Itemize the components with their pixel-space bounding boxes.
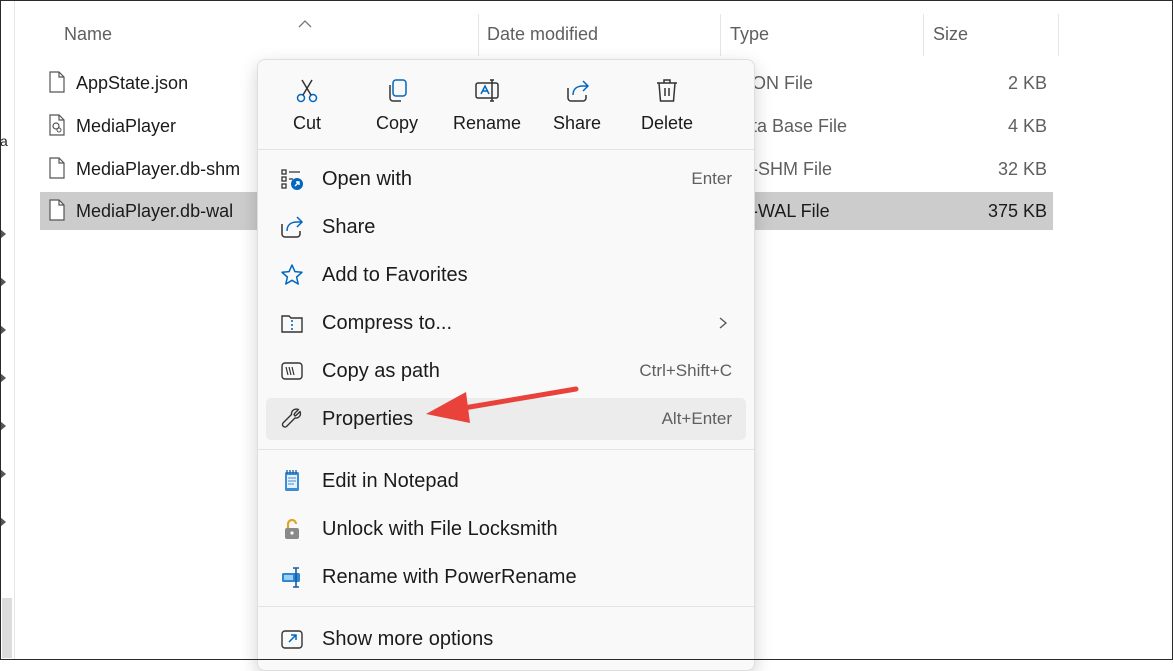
expand-chevron-icon[interactable] (0, 421, 6, 431)
column-divider[interactable] (720, 14, 721, 56)
power-rename-icon (282, 567, 300, 588)
rename-label: Rename (452, 113, 522, 133)
file-type: ta Base File (752, 116, 848, 136)
shortcut-text: Ctrl+Shift+C (639, 361, 732, 380)
nav-scrollbar-thumb[interactable] (2, 598, 12, 658)
nav-label-fragment: a (0, 133, 8, 149)
expand-chevron-icon[interactable] (0, 469, 6, 479)
file-type: ON File (752, 73, 814, 93)
menu-item-add-to-favorites[interactable]: Add to Favorites (266, 254, 746, 296)
column-divider[interactable] (923, 14, 924, 56)
delete-label: Delete (640, 113, 694, 133)
expand-chevron-icon[interactable] (0, 517, 6, 527)
star-icon (281, 264, 303, 285)
copy-label: Copy (375, 113, 419, 133)
submenu-chevron-icon (719, 317, 728, 329)
menu-item-share[interactable]: Share (266, 206, 746, 248)
trash-icon (657, 79, 677, 102)
menu-item-unlock-with-file-locksmith[interactable]: Unlock with File Locksmith (266, 508, 746, 550)
delete-button[interactable]: Delete (622, 60, 712, 148)
file-type: -WAL File (752, 201, 830, 221)
expand-chevron-icon[interactable] (0, 325, 6, 335)
file-size: 4 KB (1007, 116, 1047, 136)
database-file-icon (49, 114, 65, 136)
menu-item-label: Show more options (322, 628, 494, 650)
zip-folder-icon (281, 315, 303, 333)
menu-item-label: Rename with PowerRename (322, 566, 577, 588)
share-icon (567, 80, 590, 102)
expand-chevron-icon[interactable] (0, 229, 6, 239)
show-more-icon (281, 630, 303, 649)
menu-item-rename-with-powerrename[interactable]: Rename with PowerRename (266, 556, 746, 598)
navigation-pane-edge: a (0, 0, 15, 660)
menu-item-compress-to[interactable]: Compress to... (266, 302, 746, 344)
wrench-icon (281, 408, 302, 428)
column-divider[interactable] (1058, 14, 1059, 56)
column-header: Name Date modified Type Size (40, 14, 1060, 56)
copy-button[interactable]: Copy (352, 60, 442, 148)
menu-divider (258, 606, 754, 607)
column-size[interactable]: Size (933, 14, 968, 54)
open-with-icon (281, 169, 303, 190)
file-type: -SHM File (752, 159, 832, 179)
file-name: AppState.json (76, 73, 189, 93)
copy-icon (389, 79, 407, 102)
lock-icon (285, 518, 299, 539)
cut-label: Cut (292, 113, 321, 133)
menu-item-label: Copy as path (322, 360, 440, 382)
document-icon (49, 157, 65, 179)
file-name: MediaPlayer.db-shm (76, 159, 241, 179)
document-icon (49, 199, 65, 221)
document-icon (49, 71, 65, 93)
menu-item-label: Properties (322, 408, 414, 430)
column-date-modified[interactable]: Date modified (487, 14, 598, 54)
share-icon (281, 216, 304, 238)
shortcut-text: Alt+Enter (661, 409, 732, 428)
menu-item-show-more-options[interactable]: Show more options (266, 618, 746, 660)
notepad-icon (285, 470, 299, 491)
file-size: 2 KB (1007, 73, 1047, 93)
menu-item-edit-in-notepad[interactable]: Edit in Notepad (266, 460, 746, 502)
menu-divider (258, 149, 754, 150)
file-name: MediaPlayer (76, 116, 177, 136)
menu-item-label: Open with (322, 168, 413, 190)
menu-item-properties[interactable]: Properties Alt+Enter (266, 398, 746, 440)
file-size: 32 KB (997, 159, 1047, 179)
column-divider[interactable] (478, 14, 479, 56)
file-name: MediaPlayer.db-wal (76, 201, 234, 221)
shortcut-text: Enter (691, 169, 732, 188)
share-label: Share (552, 113, 602, 133)
column-type[interactable]: Type (730, 14, 769, 54)
rename-button[interactable]: Rename (442, 60, 532, 148)
scissors-icon (296, 79, 318, 103)
column-name[interactable]: Name (64, 14, 112, 54)
menu-item-label: Share (322, 216, 376, 238)
expand-chevron-icon[interactable] (0, 277, 6, 287)
menu-item-label: Unlock with File Locksmith (322, 518, 558, 540)
copy-path-icon (281, 362, 303, 380)
share-button[interactable]: Share (532, 60, 622, 148)
rename-icon (475, 79, 499, 102)
cut-button[interactable]: Cut (262, 60, 352, 148)
sort-ascending-icon (298, 20, 312, 28)
menu-divider (258, 449, 754, 450)
expand-chevron-icon[interactable] (0, 373, 6, 383)
menu-item-copy-as-path[interactable]: Copy as path Ctrl+Shift+C (266, 350, 746, 392)
file-size: 375 KB (987, 201, 1047, 221)
context-menu: Cut Copy Rename Share Delete Open with E… (257, 59, 755, 671)
menu-item-open-with[interactable]: Open with Enter (266, 158, 746, 200)
menu-item-label: Compress to... (322, 312, 453, 334)
menu-item-label: Add to Favorites (322, 264, 468, 286)
menu-item-label: Edit in Notepad (322, 470, 459, 492)
